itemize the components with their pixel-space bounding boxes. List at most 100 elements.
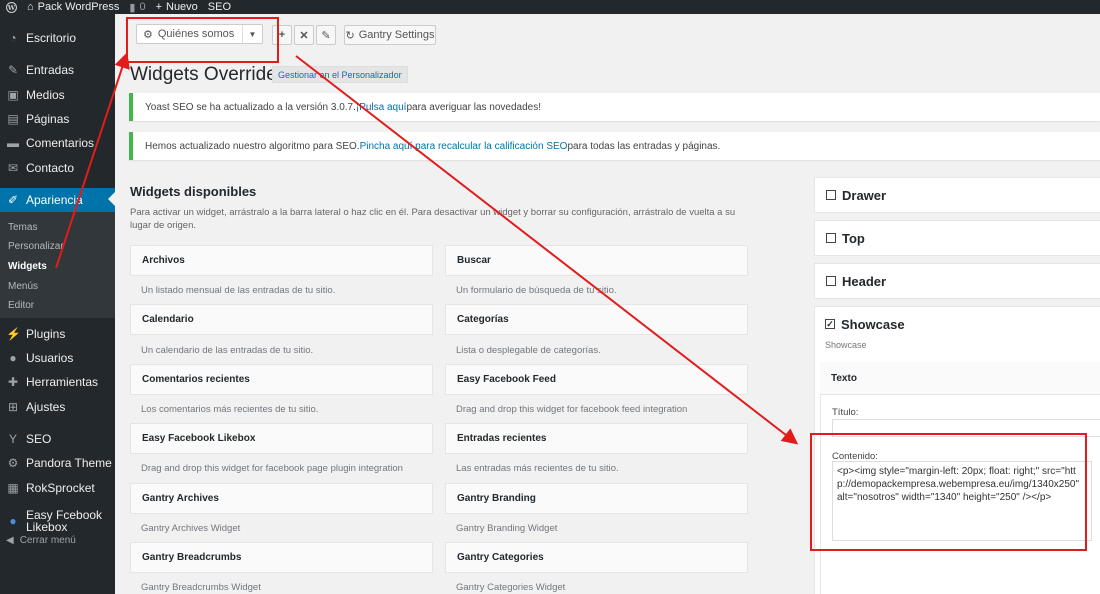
annotation-box-content <box>810 433 1087 551</box>
checkbox-icon <box>826 233 836 243</box>
sidebar-item-apariencia[interactable]: ✐ Apariencia <box>0 188 115 212</box>
site-name-link[interactable]: ⌂ Pack WordPress <box>27 1 119 13</box>
user-icon: ● <box>9 351 17 365</box>
submenu-item-temas[interactable]: Temas <box>8 222 37 233</box>
widget-card[interactable]: Easy Facebook Feed <box>445 364 748 395</box>
widget-card[interactable]: Archivos <box>130 245 433 276</box>
media-icon: ▣ <box>7 88 19 102</box>
widget-card[interactable]: Gantry Breadcrumbs <box>130 542 433 573</box>
sidebar-item-label: Escritorio <box>26 31 77 45</box>
sidebar-item-label: Easy Fcebook Likebox <box>26 508 103 534</box>
submenu-item-editor[interactable]: Editor <box>8 300 34 311</box>
widget-area-drawer[interactable]: Drawer <box>814 177 1100 213</box>
new-label: Nuevo <box>166 1 198 13</box>
notice-link[interactable]: ¡Pulsa aquí <box>356 102 407 113</box>
widget-card[interactable]: Entradas recientes <box>445 423 748 454</box>
yoast-icon: Y <box>8 432 17 446</box>
wordpress-logo-icon[interactable]: W <box>6 1 17 13</box>
page-title: Widgets Override <box>130 64 277 85</box>
gantry-settings-button[interactable]: ↻ Gantry Settings <box>344 25 436 45</box>
edit-override-button[interactable]: ✎ <box>316 25 336 45</box>
sidebar-item-easy-facebook-likebox[interactable]: ● Easy Fcebook Likebox <box>0 504 115 538</box>
widget-description: Drag and drop this widget for facebook p… <box>141 463 403 474</box>
collapse-menu-button[interactable]: ◀ Cerrar menú <box>6 535 76 546</box>
brush-icon: ✐ <box>7 193 19 207</box>
widget-area-showcase-header[interactable]: ✓ Showcase <box>814 306 1100 342</box>
text-widget-header[interactable]: Texto <box>820 362 1100 395</box>
sidebar-item-usuarios[interactable]: ● Usuarios <box>0 347 115 369</box>
widget-card[interactable]: Easy Facebook Likebox <box>130 423 433 454</box>
seo-algorithm-notice: Hemos actualizado nuestro algoritmo para… <box>129 132 1100 160</box>
widget-area-header[interactable]: Header <box>814 263 1100 299</box>
sidebar-item-escritorio[interactable]: ◔ Escritorio <box>0 27 115 49</box>
area-title: Drawer <box>842 187 887 203</box>
delete-override-button[interactable]: ✕ <box>294 25 314 45</box>
mail-icon: ✉ <box>7 161 19 175</box>
widget-area-top[interactable]: Top <box>814 220 1100 256</box>
home-icon: ⌂ <box>27 1 34 13</box>
area-title: Header <box>842 273 887 289</box>
sidebar-item-contacto[interactable]: ✉ Contacto <box>0 157 115 179</box>
sidebar-item-label: Contacto <box>26 161 75 175</box>
seo-link[interactable]: SEO <box>208 1 231 13</box>
sidebar-item-label: Herramientas <box>26 375 99 389</box>
sidebar-item-label: Comentarios <box>26 136 95 150</box>
plug-icon: ⚡ <box>6 327 21 341</box>
sidebar-item-roksprocket[interactable]: ▦ RokSprocket <box>0 477 115 499</box>
checkbox-icon <box>826 190 836 200</box>
notice-link[interactable]: Pincha aquí para recalcular la calificac… <box>360 141 568 152</box>
title-field-label: Título: <box>832 407 859 418</box>
widget-card[interactable]: Gantry Branding <box>445 483 748 514</box>
available-widgets-description: Para activar un widget, arrástralo a la … <box>130 207 736 231</box>
sidebar-item-pandora-theme[interactable]: ⚙ Pandora Theme <box>0 452 115 474</box>
submenu-item-personalizar[interactable]: Personalizar <box>8 241 64 252</box>
submenu-item-widgets[interactable]: Widgets <box>8 261 47 272</box>
area-title: Top <box>842 230 865 246</box>
plus-icon: + <box>155 1 162 13</box>
wrench-icon: ✚ <box>7 375 19 389</box>
widget-description: Un formulario de búsqueda de tu sitio. <box>456 285 617 296</box>
svg-text:W: W <box>7 3 16 11</box>
sidebar-item-herramientas[interactable]: ✚ Herramientas <box>0 371 115 393</box>
new-content-link[interactable]: + Nuevo <box>156 1 198 13</box>
refresh-icon: ↻ <box>345 29 355 42</box>
gear-icon: ⚙ <box>7 456 19 470</box>
sidebar-item-paginas[interactable]: ▤ Páginas <box>0 108 115 130</box>
submenu-item-menus[interactable]: Menús <box>8 281 38 292</box>
sidebar-item-plugins[interactable]: ⚡ Plugins <box>0 323 115 345</box>
widget-description: Los comentarios más recientes de tu siti… <box>141 404 319 415</box>
comments-link[interactable]: ▮ 0 <box>129 1 145 14</box>
widget-card[interactable]: Gantry Categories <box>445 542 748 573</box>
notice-text: Yoast SEO se ha actualizado a la versión… <box>145 101 356 113</box>
widget-description: Un listado mensual de las entradas de tu… <box>141 285 336 296</box>
sidebar-item-label: Ajustes <box>26 400 66 414</box>
sidebar-item-label: Apariencia <box>26 193 83 207</box>
widget-card[interactable]: Buscar <box>445 245 748 276</box>
widget-card[interactable]: Categorías <box>445 304 748 335</box>
notice-text: Hemos actualizado nuestro algoritmo para… <box>145 140 360 152</box>
sidebar-item-label: Plugins <box>26 327 66 341</box>
dashboard-icon: ◔ <box>9 31 17 45</box>
sidebar-item-label: RokSprocket <box>26 481 95 495</box>
comment-bubble-icon: ▮ <box>129 1 136 14</box>
customize-button[interactable]: Gestionar en el Personalizador <box>272 66 408 83</box>
sidebar-item-label: Pandora Theme <box>26 456 112 470</box>
pin-icon: ✎ <box>7 63 19 77</box>
rocket-icon: ▦ <box>7 481 19 495</box>
widget-card[interactable]: Calendario <box>130 304 433 335</box>
comments-count: 0 <box>139 1 146 13</box>
sidebar-item-label: SEO <box>26 432 52 446</box>
widget-description: Gantry Breadcrumbs Widget <box>141 582 261 593</box>
sidebar-item-comentarios[interactable]: ▬ Comentarios <box>0 132 115 154</box>
sidebar-item-ajustes[interactable]: ⊞ Ajustes <box>0 396 115 418</box>
sidebar-item-entradas[interactable]: ✎ Entradas <box>0 59 115 81</box>
collapse-arrow-icon: ◀ <box>6 535 14 546</box>
widget-card[interactable]: Gantry Archives <box>130 483 433 514</box>
notice-text: para averiguar las novedades! <box>406 101 541 113</box>
annotation-box-theme-select <box>126 17 279 63</box>
sidebar-item-seo[interactable]: Y SEO <box>0 428 115 450</box>
sidebar-item-label: Medios <box>26 88 65 102</box>
facebook-icon: ● <box>9 514 17 528</box>
widget-card[interactable]: Comentarios recientes <box>130 364 433 395</box>
sidebar-item-medios[interactable]: ▣ Medios <box>0 84 115 106</box>
